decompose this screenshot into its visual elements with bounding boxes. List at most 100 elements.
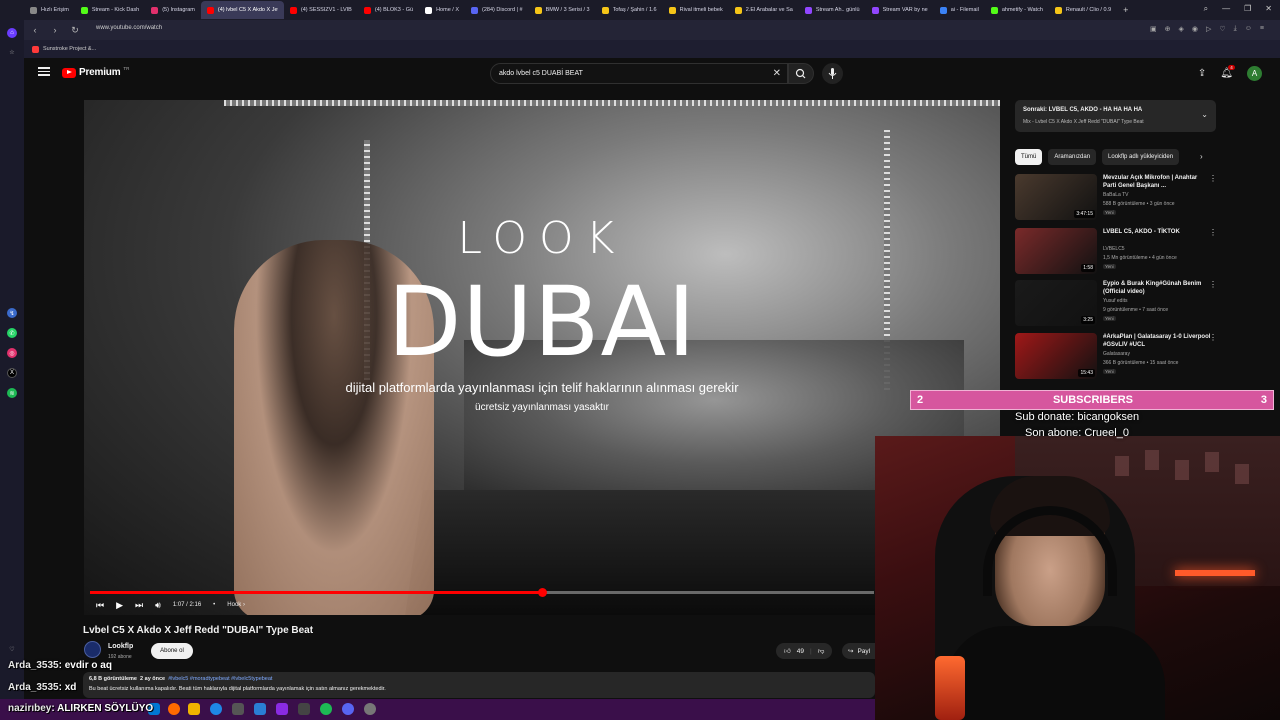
video-thumbnail[interactable]: 3:47:15: [1015, 174, 1097, 220]
obs-icon[interactable]: [276, 703, 288, 715]
bookmark-item[interactable]: Sunstroke Project &...: [43, 46, 96, 52]
more-options-icon[interactable]: ⋮: [1209, 228, 1217, 237]
recommendation-item[interactable]: 3:25 Eypio & Burak King#Günah Benim (Offi…: [1015, 280, 1217, 330]
video-thumbnail[interactable]: 15:43: [1015, 333, 1097, 379]
star-icon[interactable]: ☆: [7, 47, 17, 57]
heart-icon[interactable]: ♡: [1219, 25, 1225, 33]
upload-icon[interactable]: ⇪: [1198, 68, 1206, 79]
channel-name[interactable]: Lookflp: [108, 643, 133, 650]
browser-tab[interactable]: (284) Discord | #: [465, 1, 529, 19]
browser-tab[interactable]: Renault / Clio / 0.9: [1049, 1, 1117, 19]
rec-title[interactable]: LVBEL C5, AKDO - TİKTOK: [1103, 228, 1211, 236]
back-icon[interactable]: ‹: [30, 25, 40, 35]
browser-tab[interactable]: (4) SESSİZV1 - LVİB: [284, 1, 358, 19]
app-icon[interactable]: [254, 703, 266, 715]
rec-title[interactable]: #ArkaPlan | Galatasaray 1-0 Liverpool #G…: [1103, 333, 1211, 349]
play-icon[interactable]: ▶: [116, 600, 123, 611]
subscribe-button[interactable]: Abone ol: [151, 643, 193, 659]
search-input[interactable]: akdo lvbel c5 DUABİ BEAT ✕: [490, 63, 788, 84]
download-icon[interactable]: ⤓: [1234, 25, 1237, 33]
spotify-taskbar-icon[interactable]: [320, 703, 332, 715]
chevron-right-icon[interactable]: ›: [1200, 152, 1203, 161]
rec-channel[interactable]: BaBaLa TV: [1103, 192, 1128, 198]
hashtags[interactable]: #lvbelc5 #moradtypebeat #lvbelc5typebeat: [168, 676, 272, 682]
new-tab-button[interactable]: +: [1117, 5, 1134, 15]
heart-sidebar-icon[interactable]: ♡: [7, 644, 17, 654]
browser-tab[interactable]: BMW / 3 Serisi / 3: [529, 1, 596, 19]
discord-taskbar-icon[interactable]: [342, 703, 354, 715]
play-icon[interactable]: ▷: [1206, 25, 1211, 33]
rec-channel[interactable]: LVBELC5: [1103, 246, 1125, 252]
clear-search-icon[interactable]: ✕: [773, 68, 781, 79]
screenshot-icon[interactable]: ▣: [1150, 25, 1157, 33]
more-options-icon[interactable]: ⋮: [1209, 174, 1217, 183]
browser-tab[interactable]: Stream VAR by ne: [866, 1, 934, 19]
dislike-icon[interactable]: 👎︎: [818, 647, 825, 655]
rec-channel[interactable]: Yusuf edits: [1103, 298, 1127, 304]
home-icon[interactable]: ⌂: [7, 28, 17, 38]
progress-bar[interactable]: [90, 588, 874, 597]
zoom-icon[interactable]: ⊕: [1165, 25, 1171, 33]
file-explorer-icon[interactable]: [188, 703, 200, 715]
scrubber-handle[interactable]: [537, 588, 547, 597]
camera-icon[interactable]: ◉: [1192, 25, 1198, 33]
rec-title[interactable]: Eypio & Burak King#Günah Benim (Official…: [1103, 280, 1211, 296]
hamburger-menu-icon[interactable]: [38, 67, 50, 76]
volume-icon[interactable]: 🔊︎: [155, 600, 161, 611]
chip-from-uploader[interactable]: Lookflp adlı yükleyiciden: [1102, 149, 1180, 165]
url-field[interactable]: www.youtube.com/watch: [96, 25, 162, 31]
recommendation-item[interactable]: 3:47:15 Mevzular Açık Mikrofon | Anahtar …: [1015, 174, 1217, 224]
search-tabs-icon[interactable]: ⌕: [1204, 4, 1208, 14]
browser-tab[interactable]: (5) Instagram: [145, 1, 201, 19]
video-player[interactable]: LOOK DUBAI dijital platformlarda yayınla…: [84, 100, 1000, 615]
browser-tab[interactable]: Rival itmeli bebek: [663, 1, 729, 19]
whatsapp-icon[interactable]: ✆: [7, 328, 17, 338]
search-button[interactable]: [788, 63, 814, 84]
close-window-button[interactable]: ✕: [1265, 4, 1272, 14]
notifications-icon[interactable]: 🔔︎ 4: [1220, 65, 1235, 79]
video-thumbnail[interactable]: 3:25: [1015, 280, 1097, 326]
like-icon[interactable]: 👍︎: [784, 647, 791, 655]
reload-icon[interactable]: ↻: [70, 25, 80, 36]
browser-tab[interactable]: Tofaş / Şahin / 1.6: [596, 1, 663, 19]
extension-icon[interactable]: ◈: [1178, 25, 1183, 33]
next-icon[interactable]: ⏭: [135, 600, 143, 611]
maximize-button[interactable]: ❐: [1244, 4, 1251, 14]
app-icon[interactable]: [364, 703, 376, 715]
browser-tab[interactable]: (4) BLOK3 - Gü: [358, 1, 419, 19]
x-twitter-icon[interactable]: X: [7, 368, 17, 378]
store-icon[interactable]: [232, 703, 244, 715]
chapter-button[interactable]: Hook ›: [227, 602, 245, 608]
chip-from-search[interactable]: Aramanızdan: [1048, 149, 1097, 165]
edge-icon[interactable]: [210, 703, 222, 715]
description-box[interactable]: 6,8 B görüntüleme 2 ay önce #lvbelc5 #mo…: [83, 672, 875, 698]
menu-icon[interactable]: ≡: [1260, 25, 1264, 33]
browser-tab[interactable]: Hızlı Erişim: [24, 1, 75, 19]
video-thumbnail[interactable]: 1:58: [1015, 228, 1097, 274]
rec-title[interactable]: Mevzular Açık Mikrofon | Anahtar Parti G…: [1103, 174, 1211, 190]
browser-tab[interactable]: Home / X: [419, 1, 465, 19]
recommendation-item[interactable]: 15:43 #ArkaPlan | Galatasaray 1-0 Liverpo…: [1015, 333, 1217, 383]
rec-channel[interactable]: Galatasaray: [1103, 351, 1130, 357]
account-avatar[interactable]: A: [1247, 66, 1262, 81]
kick-app-icon[interactable]: ↯: [7, 308, 17, 318]
voice-search-button[interactable]: [822, 63, 843, 84]
app-icon[interactable]: [298, 703, 310, 715]
more-options-icon[interactable]: ⋮: [1209, 280, 1217, 289]
chevron-down-icon[interactable]: ⌄: [1201, 110, 1208, 119]
more-options-icon[interactable]: ⋮: [1209, 333, 1217, 342]
channel-avatar[interactable]: [84, 641, 101, 658]
share-button[interactable]: ↪ Payl: [842, 643, 877, 659]
spotify-icon[interactable]: ≋: [7, 388, 17, 398]
instagram-icon[interactable]: ◎: [7, 348, 17, 358]
recommendation-item[interactable]: 1:58 LVBEL C5, AKDO - TİKTOK LVBELC5 1,5 Mn…: [1015, 228, 1217, 278]
youtube-logo[interactable]: Premium TR: [62, 66, 129, 78]
previous-icon[interactable]: ⏮: [96, 600, 104, 611]
browser-tab[interactable]: 2.El Arabalar ve Sa: [729, 1, 799, 19]
browser-tab[interactable]: Stream - Kick Dash: [75, 1, 145, 19]
browser-tab[interactable]: (4) lvbel C5 X Akdo X Jef: [200, 1, 284, 19]
browser-tab[interactable]: ahmetify - Watch: [985, 1, 1049, 19]
browser-tab[interactable]: Stream Ah.. günlü: [799, 1, 866, 19]
browser-icon[interactable]: [168, 703, 180, 715]
browser-tab[interactable]: ai - Filemail: [934, 1, 985, 19]
